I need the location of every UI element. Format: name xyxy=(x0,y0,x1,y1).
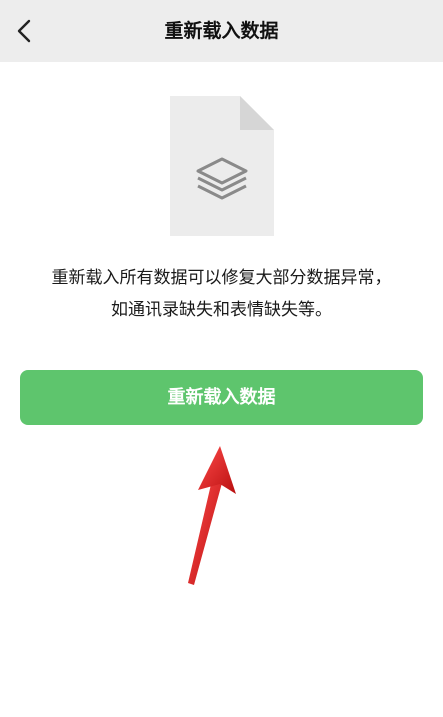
arrow-shaft xyxy=(188,480,222,585)
reload-data-screen: 重新载入数据 重新载入所有数据可以修复大部分数据异常， 如通讯录缺失和表情缺失等… xyxy=(0,0,443,717)
description-line-1: 重新载入所有数据可以修复大部分数据异常， xyxy=(51,268,392,288)
page-title: 重新载入数据 xyxy=(164,20,279,42)
description-text: 重新载入所有数据可以修复大部分数据异常， 如通讯录缺失和表情缺失等。 xyxy=(0,262,443,326)
document-corner-fold xyxy=(240,96,274,130)
chevron-left-icon xyxy=(17,19,31,43)
back-button[interactable] xyxy=(8,14,42,48)
navigation-bar: 重新载入数据 xyxy=(0,0,443,62)
document-illustration xyxy=(170,96,274,236)
description-line-2: 如通讯录缺失和表情缺失等。 xyxy=(111,300,332,320)
reload-data-button[interactable]: 重新载入数据 xyxy=(20,370,423,425)
red-arrow-annotation xyxy=(150,440,260,590)
